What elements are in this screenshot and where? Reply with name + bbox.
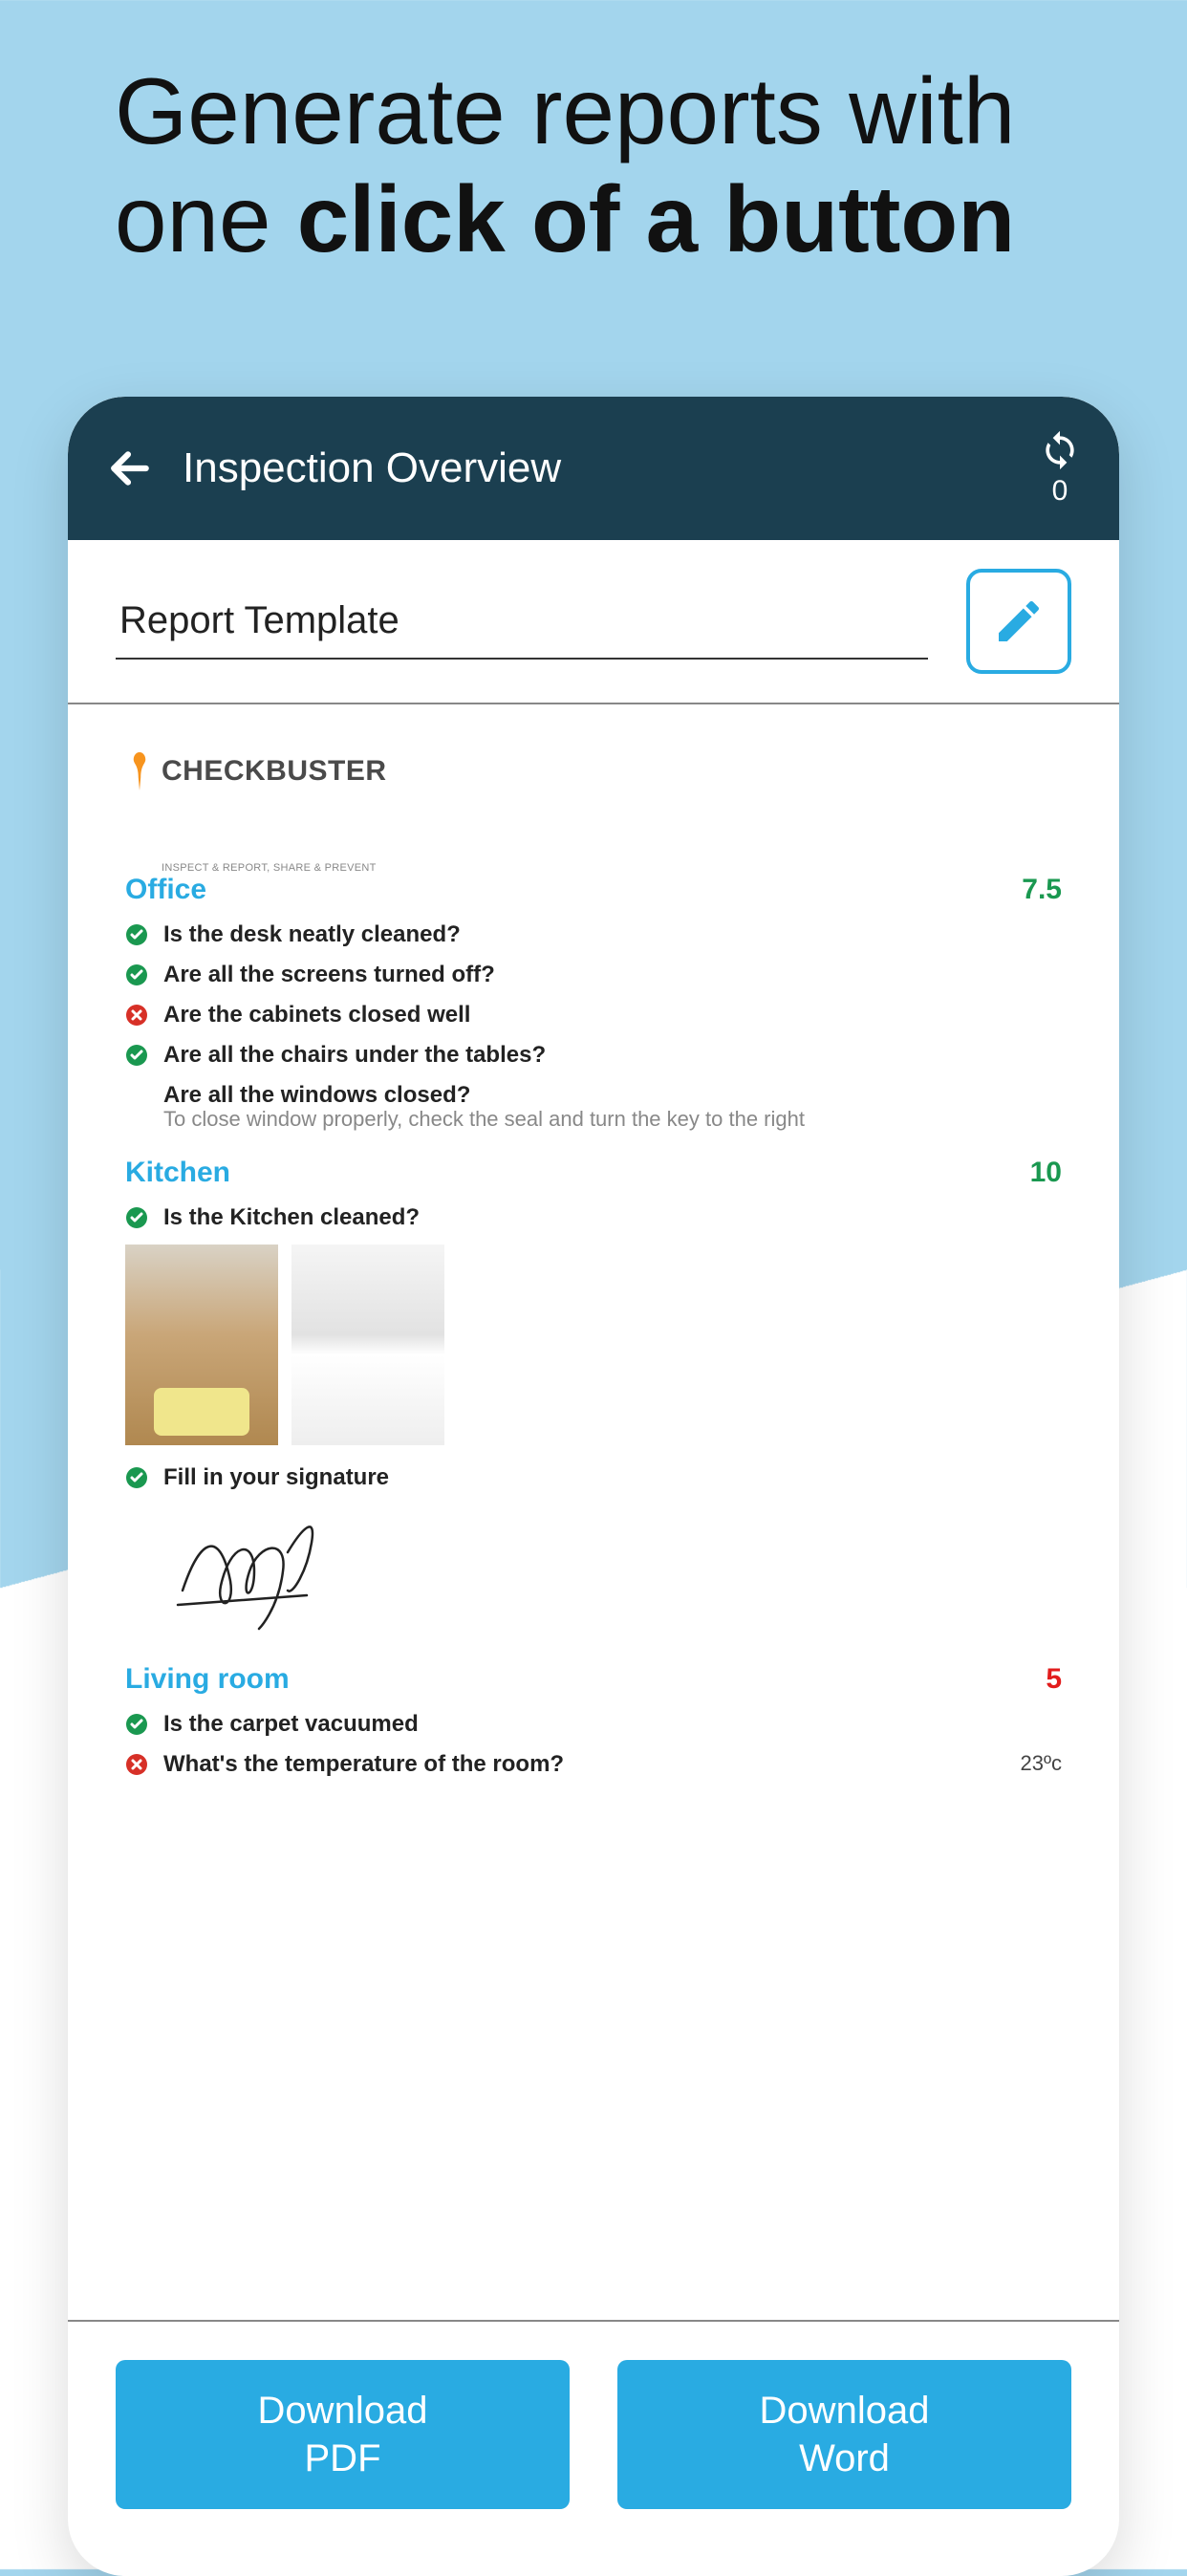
section-office: Office 7.5 Is the desk neatly cleaned? A…: [125, 874, 1062, 1132]
item-text: Is the Kitchen cleaned?: [163, 1204, 1062, 1231]
item-text: Is the carpet vacuumed: [163, 1711, 1062, 1738]
check-item: Is the Kitchen cleaned?: [125, 1204, 1062, 1231]
check-item: Is the carpet vacuumed: [125, 1711, 1062, 1738]
item-text: Are the cabinets closed well: [163, 1002, 1062, 1028]
check-ok-icon: [125, 963, 148, 986]
signature-image: [163, 1504, 355, 1638]
template-row: [68, 540, 1119, 693]
button-label-line1: Download: [760, 2390, 930, 2432]
download-pdf-button[interactable]: Download PDF: [116, 2360, 570, 2509]
app-title: Inspection Overview: [183, 444, 561, 492]
item-value: 23ºc: [1020, 1751, 1062, 1776]
report-body: CHECKBUSTER INSPECT & REPORT, SHARE & PR…: [68, 704, 1119, 2320]
inspection-photo[interactable]: [125, 1245, 278, 1445]
brand-block: CHECKBUSTER INSPECT & REPORT, SHARE & PR…: [125, 752, 1062, 874]
app-bar: Inspection Overview 0: [68, 397, 1119, 540]
brand-mark-icon: [125, 752, 154, 790]
check-ok-icon: [125, 1206, 148, 1229]
pencil-icon: [992, 595, 1046, 648]
edit-template-button[interactable]: [966, 569, 1071, 674]
section-title: Living room: [125, 1663, 290, 1696]
check-item: Are the cabinets closed well: [125, 1002, 1062, 1028]
download-word-button[interactable]: Download Word: [617, 2360, 1071, 2509]
inspection-photo[interactable]: [291, 1245, 444, 1445]
section-score: 10: [1030, 1157, 1062, 1189]
check-ok-icon: [125, 1044, 148, 1067]
item-text: Are all the windows closed?: [163, 1082, 1062, 1109]
brand-name: CHECKBUSTER: [162, 755, 387, 788]
promo-headline: Generate reports with one click of a but…: [0, 0, 1187, 272]
section-score: 7.5: [1022, 874, 1062, 906]
check-item: Is the desk neatly cleaned?: [125, 921, 1062, 948]
check-item: Are all the screens turned off?: [125, 962, 1062, 988]
item-text: Fill in your signature: [163, 1464, 1062, 1491]
refresh-area: 0: [1039, 429, 1081, 508]
section-score: 5: [1046, 1663, 1062, 1696]
button-label-line2: PDF: [305, 2437, 381, 2479]
headline-line2: one: [115, 166, 297, 271]
refresh-icon[interactable]: [1039, 429, 1081, 471]
refresh-count: 0: [1052, 475, 1068, 508]
back-icon[interactable]: [106, 444, 154, 492]
check-fail-icon: [125, 1753, 148, 1776]
photo-row: [125, 1245, 1062, 1445]
phone-frame: Inspection Overview 0 CHECKBUSTER INSPEC…: [68, 397, 1119, 2576]
check-item: Are all the chairs under the tables?: [125, 1042, 1062, 1069]
item-text: What's the temperature of the room?: [163, 1751, 1004, 1778]
button-label-line1: Download: [258, 2390, 428, 2432]
section-living-room: Living room 5 Is the carpet vacuumed Wha…: [125, 1663, 1062, 1778]
headline-line1: Generate reports with: [115, 58, 1015, 163]
brand-tagline: INSPECT & REPORT, SHARE & PREVENT: [162, 862, 1062, 874]
button-label-line2: Word: [799, 2437, 890, 2479]
item-hint: To close window properly, check the seal…: [163, 1107, 1062, 1132]
check-item: Fill in your signature: [125, 1464, 1062, 1491]
report-template-input[interactable]: [116, 584, 928, 660]
check-fail-icon: [125, 1004, 148, 1027]
section-title: Kitchen: [125, 1157, 230, 1189]
check-item: What's the temperature of the room? 23ºc: [125, 1751, 1062, 1778]
item-text: Are all the chairs under the tables?: [163, 1042, 1062, 1069]
download-row: Download PDF Download Word: [68, 2322, 1119, 2576]
check-ok-icon: [125, 1713, 148, 1736]
headline-bold: click of a button: [297, 166, 1015, 271]
section-kitchen: Kitchen 10 Is the Kitchen cleaned? Fill …: [125, 1157, 1062, 1638]
section-title: Office: [125, 874, 206, 906]
item-text: Is the desk neatly cleaned?: [163, 921, 1062, 948]
check-ok-icon: [125, 923, 148, 946]
item-text: Are all the screens turned off?: [163, 962, 1062, 988]
check-ok-icon: [125, 1466, 148, 1489]
